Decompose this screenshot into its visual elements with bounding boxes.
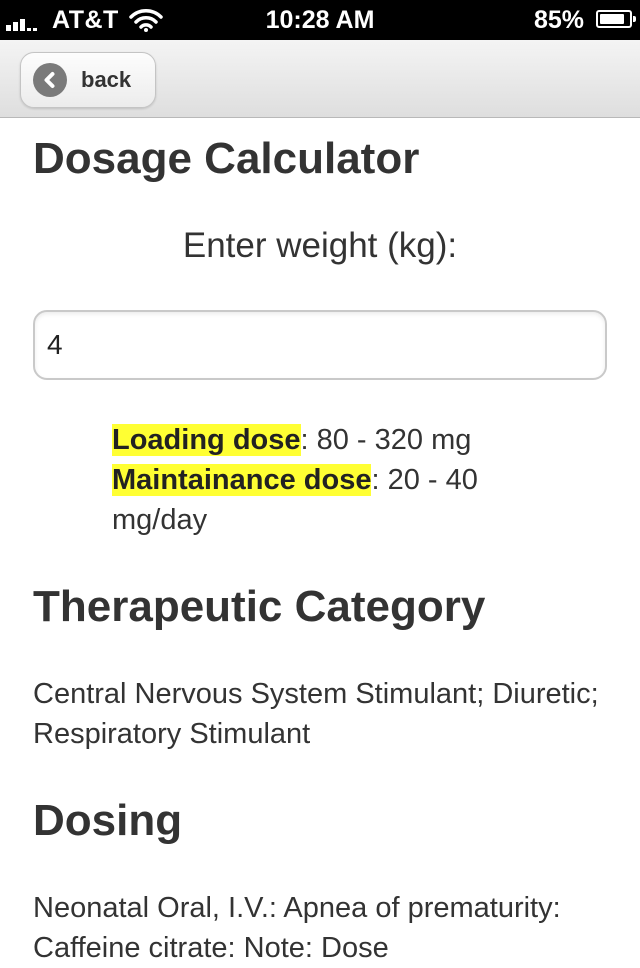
back-button-label: back [81, 67, 132, 92]
weight-input[interactable] [33, 310, 607, 380]
battery-icon [596, 10, 636, 28]
dosage-calculator-title: Dosage Calculator [33, 134, 420, 183]
battery-percent: 85% [533, 6, 584, 34]
status-bar: AT&T 10:28 AM 85% [0, 0, 640, 40]
header-toolbar: back [0, 40, 640, 118]
battery-nub [633, 16, 636, 22]
dose-results: Loading dose: 80 - 320 mg Maintainance d… [112, 420, 552, 540]
loading-dose-label: Loading dose [112, 424, 301, 456]
battery-fill [600, 14, 624, 24]
dosing-title: Dosing [33, 796, 183, 845]
weight-prompt-label: Enter weight (kg): [182, 226, 458, 265]
maintenance-dose-label: Maintainance dose [112, 464, 372, 496]
therapeutic-category-title: Therapeutic Category [33, 582, 486, 631]
chevron-left-icon [33, 63, 67, 97]
therapeutic-category-text: Central Nervous System Stimulant; Diuret… [33, 678, 599, 750]
back-button[interactable]: back [20, 52, 157, 108]
dosing-text: Neonatal Oral, I.V.: Apnea of prematurit… [33, 892, 561, 964]
loading-dose-value: : 80 - 320 mg [300, 424, 472, 456]
